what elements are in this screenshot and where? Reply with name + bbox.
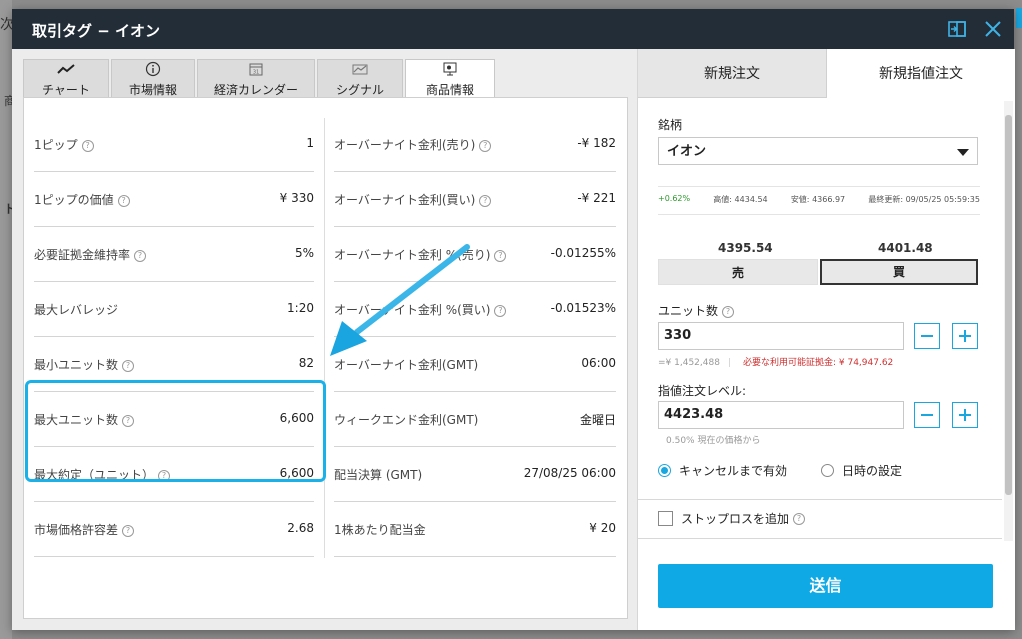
high-label: 高値: (713, 195, 732, 204)
dock-icon[interactable] (946, 18, 968, 40)
order-tabs: 新規注文 新規指値注文 (638, 49, 1015, 98)
buy-price: 4401.48 (878, 241, 933, 255)
stoploss-option: ストップロスを追加 ? (658, 510, 806, 527)
high-value: 4434.54 (734, 195, 768, 204)
radio-gtc[interactable] (658, 464, 671, 477)
price-stats: +0.62% 高値: 4434.54 安値: 4366.97 最終更新: 09/… (658, 194, 980, 205)
scrollbar[interactable] (1004, 101, 1013, 541)
symbol-select[interactable]: イオン (658, 137, 978, 165)
radio-set-date-label: 日時の設定 (842, 464, 903, 478)
dialog-title: 取引タグ − イオン (32, 22, 161, 40)
minus-icon (921, 335, 933, 337)
radio-gtc-label: キャンセルまで有効 (679, 464, 788, 478)
units-input[interactable]: 330 (658, 322, 904, 350)
margin-warning: 必要な利用可能証拠金: ¥ 74,947.62 (742, 358, 894, 368)
help-icon[interactable]: ? (722, 305, 735, 318)
sell-price: 4395.54 (718, 241, 773, 255)
submit-button[interactable]: 送信 (658, 564, 993, 608)
low-label: 安値: (790, 195, 810, 204)
sell-button[interactable]: 売 (658, 259, 818, 285)
caret-down-icon (957, 149, 969, 156)
minus-icon (921, 414, 933, 416)
plus-icon (959, 330, 971, 342)
divider (658, 214, 980, 215)
units-label: ユニット数? (658, 302, 735, 319)
limit-level-label: 指値注文レベル: (658, 384, 747, 398)
decrease-units-button[interactable] (914, 323, 940, 349)
title-bar: 取引タグ − イオン (12, 9, 1014, 49)
order-panel: 新規注文 新規指値注文 銘柄 イオン +0.62% 高値: 4434.54 安値… (637, 49, 1015, 630)
radio-set-date[interactable] (821, 464, 835, 477)
limit-level-hint: 0.50% 現在の価格から (666, 436, 761, 446)
stoploss-label: ストップロスを追加 (681, 512, 790, 526)
tab-new-order[interactable]: 新規注文 (638, 49, 827, 98)
buy-button[interactable]: 買 (820, 259, 978, 285)
change-percent: +0.62% (658, 194, 691, 203)
tab-limit-order[interactable]: 新規指値注文 (827, 49, 1015, 97)
increase-units-button[interactable] (952, 323, 978, 349)
increase-level-button[interactable] (952, 402, 978, 428)
stoploss-checkbox[interactable] (658, 511, 673, 526)
help-icon[interactable]: ? (793, 512, 806, 525)
info-panel: チャート 市場情報 31 経済カレンダー シグナル 商品情報 1ピップ ? 1 … (12, 49, 637, 630)
symbol-label: 銘柄 (658, 118, 683, 132)
symbol-value: イオン (667, 144, 707, 159)
annotation-arrow-icon (330, 244, 470, 356)
close-icon[interactable] (982, 18, 1004, 40)
decrease-level-button[interactable] (914, 402, 940, 428)
expiry-options: キャンセルまで有効 日時の設定 (658, 462, 902, 479)
limit-level-input[interactable]: 4423.48 (658, 401, 904, 429)
trade-ticket-dialog: 取引タグ − イオン チャート 市場情報 31 経済カレンダー シグナル 商品情… (12, 9, 1015, 630)
background-accent (1016, 8, 1022, 28)
scrollbar-thumb[interactable] (1005, 115, 1012, 495)
divider (638, 538, 1002, 539)
updated-label: 最終更新: (868, 195, 904, 204)
plus-icon (959, 409, 971, 421)
updated-value: 09/05/25 05:59:35 (905, 195, 980, 204)
units-hint: =¥ 1,452,488 | 必要な利用可能証拠金: ¥ 74,947.62 (658, 358, 894, 368)
divider (638, 499, 1002, 500)
low-value: 4366.97 (812, 195, 846, 204)
divider (658, 186, 980, 187)
